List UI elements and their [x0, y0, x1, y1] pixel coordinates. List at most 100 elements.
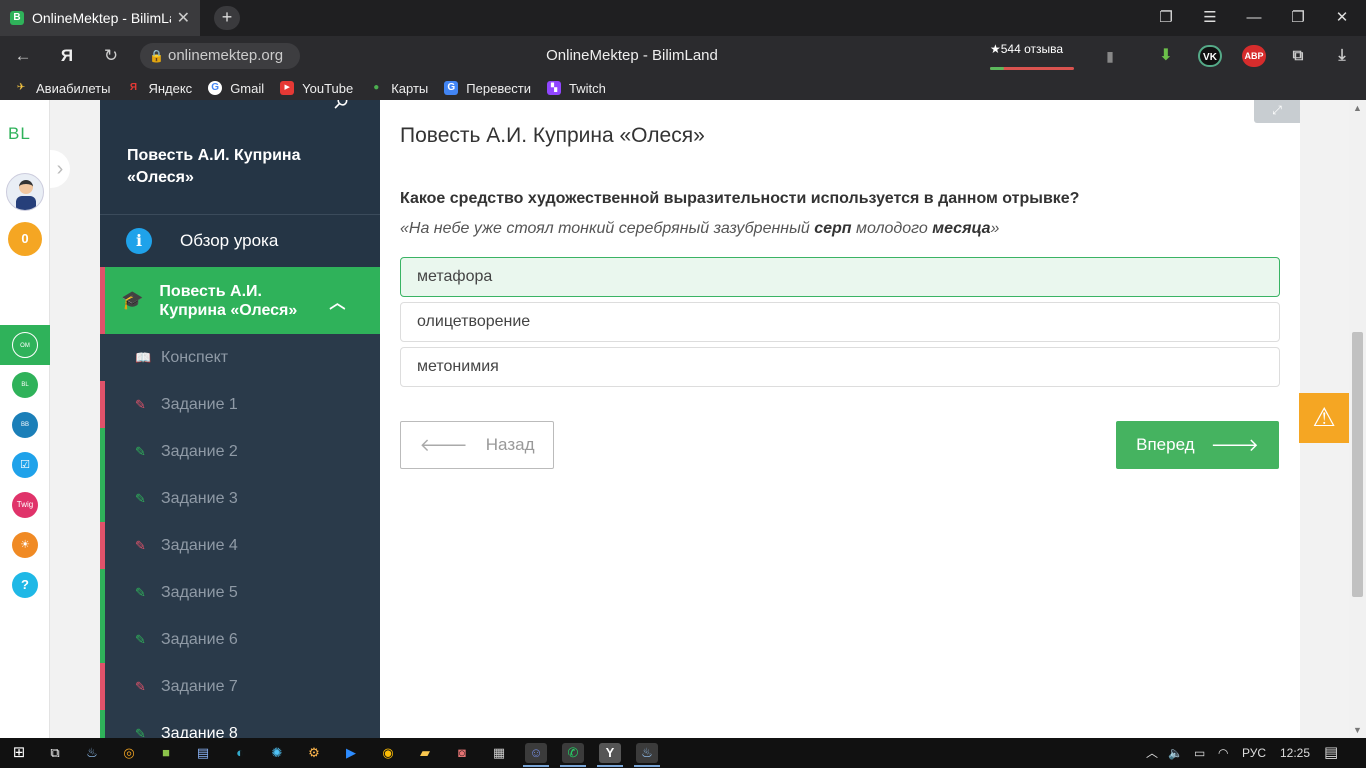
whatsapp-icon[interactable]: ✆	[562, 743, 584, 763]
menu-icon[interactable]: ☰	[1188, 0, 1232, 36]
tray-chevron-icon[interactable]: ︿	[1146, 738, 1158, 768]
yandex-icon[interactable]: Я	[52, 44, 82, 68]
main-content: ⤢ Повесть А.И. Куприна «Олеся» Какое сре…	[380, 100, 1300, 738]
map-pin-icon: ●	[373, 82, 380, 93]
bookmark-twitch[interactable]: ▚ Twitch	[547, 81, 606, 96]
folder-icon[interactable]: ▰	[414, 743, 436, 763]
answer-option-2[interactable]: олицетворение	[400, 302, 1280, 342]
service-bilim-land[interactable]: BL	[0, 365, 50, 405]
reload-icon[interactable]: ↻	[96, 44, 126, 68]
bookmark-icon[interactable]: ▮	[1098, 45, 1122, 67]
answer-option-3[interactable]: метонимия	[400, 347, 1280, 387]
network-app-icon[interactable]: ✺	[266, 743, 288, 763]
chevron-up-icon[interactable]: ︿	[329, 289, 345, 313]
sidebar-item-task-5[interactable]: ✎ Задание 5	[100, 569, 380, 616]
notepad-icon[interactable]: ▤	[192, 743, 214, 763]
vk-icon[interactable]: VK	[1198, 45, 1222, 67]
sidebar-item-task-7[interactable]: ✎ Задание 7	[100, 663, 380, 710]
origin-icon[interactable]: ◎	[118, 743, 140, 763]
minimize-icon[interactable]: —	[1232, 0, 1276, 36]
battery-icon[interactable]: ▭	[1194, 738, 1205, 768]
browser-tab-active[interactable]: B OnlineMektep - BilimLand ✕	[0, 0, 200, 36]
back-button[interactable]: 🡐 Назад	[400, 421, 554, 469]
bookmark-gmail[interactable]: G Gmail	[208, 81, 264, 96]
lesson-sidebar: ⚲ Повесть А.И. Куприна «Олеся» i Обзор у…	[100, 100, 380, 738]
new-tab-button[interactable]: +	[214, 6, 240, 30]
calculator-icon[interactable]: ▦	[488, 743, 510, 763]
chrome-icon[interactable]: ◉	[377, 743, 399, 763]
service-twig[interactable]: Twig	[0, 485, 50, 525]
answer-option-1[interactable]: метафора	[400, 257, 1280, 297]
tab-title: OnlineMektep - BilimLand	[32, 10, 171, 26]
notifications-icon[interactable]: ▤	[1324, 738, 1338, 768]
yandex-logo-icon: Я	[129, 82, 138, 93]
scroll-thumb[interactable]	[1352, 332, 1363, 597]
bookmark-translate[interactable]: G Перевести	[444, 81, 531, 96]
expand-sidebar-chevron-icon[interactable]: ›	[50, 150, 70, 188]
reviews-text: ★544 отзыва	[990, 42, 1064, 56]
bookmark-maps[interactable]: ● Карты	[369, 81, 428, 96]
discord-icon[interactable]: ☺	[525, 743, 547, 763]
tabs-manager-icon[interactable]: ❐	[1144, 0, 1188, 36]
url-field[interactable]: 🔒 onlinemektep.org	[140, 43, 300, 69]
scroll-up-icon[interactable]: ▲	[1349, 100, 1366, 116]
minecraft-icon[interactable]: ■	[155, 743, 177, 763]
clock[interactable]: 12:25	[1280, 738, 1310, 768]
sidebar-item-task-2[interactable]: ✎ Задание 2	[100, 428, 380, 475]
volume-icon[interactable]: 🔈	[1168, 738, 1183, 768]
steam-icon[interactable]: ♨	[81, 743, 103, 763]
task-view-icon[interactable]: ⧉	[44, 743, 66, 763]
steam-running-icon[interactable]: ♨	[636, 743, 658, 763]
fullscreen-icon[interactable]: ⤢	[1254, 100, 1300, 123]
next-button[interactable]: Вперед 🡒	[1116, 421, 1279, 469]
sidebar-item-task-4[interactable]: ✎ Задание 4	[100, 522, 380, 569]
running-indicator	[523, 765, 549, 767]
scroll-down-icon[interactable]: ▼	[1349, 722, 1366, 738]
service-bilimtest[interactable]: ☑	[0, 445, 50, 485]
page-scrollbar[interactable]: ▲ ▼	[1349, 100, 1366, 738]
sidebar-item-task-6[interactable]: ✎ Задание 6	[100, 616, 380, 663]
download-ext-icon[interactable]: ⬇	[1154, 45, 1178, 67]
coins-badge[interactable]: 0	[8, 222, 42, 256]
reviews-badge[interactable]: ★544 отзыва	[990, 42, 1074, 70]
edit-icon: ✎	[135, 584, 146, 600]
avatar[interactable]	[6, 173, 44, 211]
check-icon: ☑	[12, 452, 38, 478]
graduation-cap-icon: 🎓	[121, 290, 144, 310]
sidebar-item-overview[interactable]: i Обзор урока	[100, 215, 380, 267]
bookmark-yandex[interactable]: Я Яндекс	[126, 81, 192, 96]
yandex-browser-icon[interactable]: Y	[599, 743, 621, 763]
arrow-right-icon: 🡒	[1210, 434, 1259, 455]
sidebar-item-task-8[interactable]: ✎ Задание 8	[100, 710, 380, 738]
report-warning-button[interactable]: ⚠	[1299, 393, 1349, 443]
tab-close-icon[interactable]: ✕	[177, 8, 190, 28]
edit-icon: ✎	[135, 490, 146, 506]
zoom-icon[interactable]: ▶	[340, 743, 362, 763]
language-indicator[interactable]: РУС	[1242, 738, 1266, 768]
service-bilim-book[interactable]: BB	[0, 405, 50, 445]
service-imektep[interactable]: ☀	[0, 525, 50, 565]
recorder-icon[interactable]: ◙	[451, 743, 473, 763]
bl-logo[interactable]: BL	[8, 124, 31, 144]
service-online-mektep[interactable]: OM	[0, 325, 50, 365]
maximize-icon[interactable]: ❐	[1276, 0, 1320, 36]
service-help[interactable]: ?	[0, 565, 50, 605]
app-icon[interactable]: ⚙	[303, 743, 325, 763]
sidebar-item-current-lesson[interactable]: 🎓 Повесть А.И. Куприна «Олеся» ︿	[100, 267, 380, 334]
windows-start-icon[interactable]: ⊞	[8, 743, 30, 763]
extensions-icon[interactable]: ⧉	[1286, 45, 1310, 67]
running-indicator	[560, 765, 586, 767]
search-icon[interactable]: ⚲	[329, 100, 352, 115]
bookmark-aviabilety[interactable]: ✈ Авиабилеты	[14, 81, 111, 96]
back-arrow-icon[interactable]: ←	[8, 44, 38, 68]
sidebar-item-task-3[interactable]: ✎ Задание 3	[100, 475, 380, 522]
sidebar-item-task-1[interactable]: ✎ Задание 1	[100, 381, 380, 428]
bookmark-youtube[interactable]: ▶ YouTube	[280, 81, 353, 96]
wifi-icon[interactable]: ◠	[1218, 738, 1228, 768]
close-window-icon[interactable]: ✕	[1320, 0, 1364, 36]
downloads-icon[interactable]: ⤓	[1330, 45, 1354, 67]
adblock-icon[interactable]: ABP	[1242, 45, 1266, 67]
edit-icon: ✎	[135, 631, 146, 647]
sidebar-item-konspekt[interactable]: 📖 Конспект	[100, 334, 380, 381]
edge-icon[interactable]: ◐	[229, 743, 251, 763]
